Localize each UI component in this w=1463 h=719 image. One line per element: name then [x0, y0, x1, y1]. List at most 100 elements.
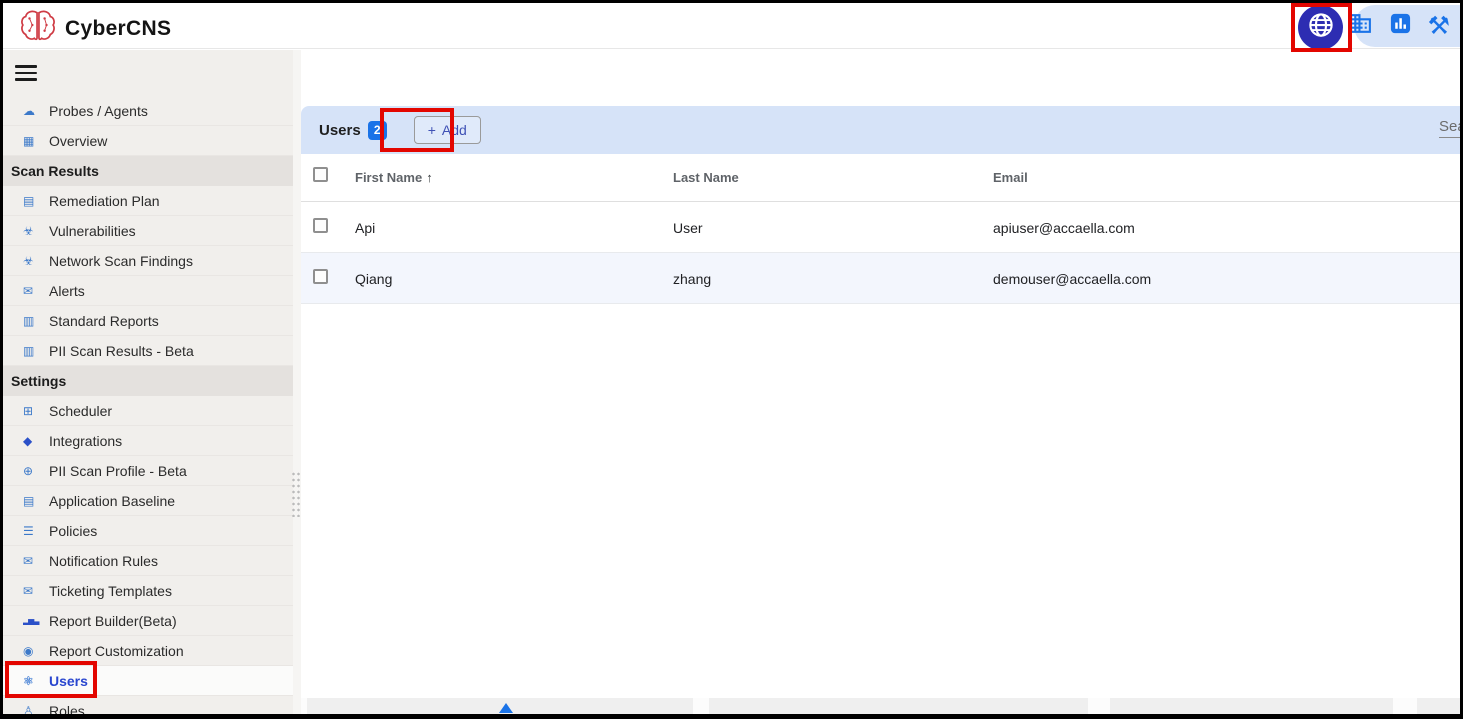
sidebar-item-label: Alerts: [49, 283, 85, 299]
page-title: Users: [319, 122, 361, 139]
users-count-badge: 2: [368, 121, 387, 140]
sidebar-item-label: Ticketing Templates: [49, 583, 172, 599]
sidebar-resize-strip: [293, 50, 301, 714]
bottom-scroll-strip[interactable]: [301, 698, 1460, 714]
header-actions-pill: ⚒: [1354, 5, 1460, 47]
sidebar-item-label: Application Baseline: [49, 493, 175, 509]
sidebar-item-label: Roles: [49, 703, 85, 719]
sidebar-item-integrations[interactable]: ◆ Integrations: [3, 426, 293, 456]
cell-email: demouser@accaella.com: [993, 271, 1151, 287]
customization-icon: ◉: [23, 644, 49, 658]
brain-logo-icon: [19, 9, 57, 48]
table-header-row: First Name ↑ Last Name Email: [301, 154, 1460, 202]
column-label: First Name: [355, 170, 422, 185]
sidebar-section-scan-results: Scan Results: [3, 156, 293, 186]
scroll-gap: [693, 698, 709, 714]
calendar-icon: ⊞: [23, 404, 49, 418]
mail-template-icon: ✉: [23, 584, 49, 598]
globe-icon: ⊕: [23, 464, 49, 478]
column-header-last-name[interactable]: Last Name: [673, 170, 739, 185]
users-toolbar: Users 2 + Add: [301, 106, 1460, 154]
search-field: [1439, 116, 1460, 138]
column-header-first-name[interactable]: First Name ↑: [355, 170, 433, 185]
sidebar-item-scheduler[interactable]: ⊞ Scheduler: [3, 396, 293, 426]
sidebar-section-settings: Settings: [3, 366, 293, 396]
scroll-gap: [1393, 698, 1417, 714]
cell-email: apiuser@accaella.com: [993, 220, 1135, 236]
globe-button[interactable]: [1298, 5, 1343, 50]
search-input[interactable]: [1439, 116, 1460, 138]
document-baseline-icon: ▤: [23, 494, 49, 508]
sidebar-item-ticketing-templates[interactable]: ✉ Ticketing Templates: [3, 576, 293, 606]
sidebar-item-label: Report Customization: [49, 643, 184, 659]
cell-last-name: zhang: [673, 271, 711, 287]
scroll-gap: [1088, 698, 1110, 714]
sidebar-item-label: Vulnerabilities: [49, 223, 136, 239]
document-plan-icon: ▤: [23, 194, 49, 208]
row-checkbox[interactable]: [313, 218, 328, 233]
sidebar-item-label: PII Scan Results - Beta: [49, 343, 194, 359]
app-window: CyberCNS ⚒: [0, 0, 1463, 719]
sidebar-item-remediation-plan[interactable]: ▤ Remediation Plan: [3, 186, 293, 216]
add-user-button[interactable]: + Add: [414, 116, 481, 144]
company-icon[interactable]: [1348, 11, 1373, 41]
sidebar-item-label: Standard Reports: [49, 313, 159, 329]
bar-chart-icon: ▂▅▃: [23, 616, 49, 625]
sidebar-item-label: Scheduler: [49, 403, 112, 419]
list-icon: ☰: [23, 524, 49, 538]
sidebar-item-label: Network Scan Findings: [49, 253, 193, 269]
tools-icon[interactable]: ⚒: [1428, 14, 1450, 39]
globe-icon: [1306, 10, 1336, 45]
sidebar-item-vulnerabilities[interactable]: ☣ Vulnerabilities: [3, 216, 293, 246]
cell-first-name: Qiang: [355, 271, 392, 287]
main-content: Users 2 + Add First Name ↑ Last Name Emai…: [301, 50, 1460, 714]
mail-alert-icon: ✉: [23, 284, 49, 298]
sidebar-item-probes-agents[interactable]: ☁ Probes / Agents: [3, 96, 293, 126]
users-network-icon: ⚛: [23, 674, 49, 688]
sidebar-item-alerts[interactable]: ✉ Alerts: [3, 276, 293, 306]
sidebar-item-label: Report Builder(Beta): [49, 613, 177, 629]
scroll-indicator-icon: [499, 703, 513, 713]
plus-icon: +: [428, 122, 436, 138]
sidebar-item-label: Integrations: [49, 433, 122, 449]
bug-icon: ☣: [23, 254, 49, 268]
cell-first-name: Api: [355, 220, 375, 236]
dashboard-icon: ▦: [23, 134, 49, 148]
add-button-label: Add: [442, 122, 467, 138]
sidebar-item-network-scan-findings[interactable]: ☣ Network Scan Findings: [3, 246, 293, 276]
column-header-email[interactable]: Email: [993, 170, 1028, 185]
analytics-icon[interactable]: [1389, 12, 1412, 40]
sidebar-item-pii-scan-profile[interactable]: ⊕ PII Scan Profile - Beta: [3, 456, 293, 486]
select-all-checkbox[interactable]: [313, 167, 328, 182]
cloud-sync-icon: ☁: [23, 104, 49, 118]
sort-ascending-icon: ↑: [426, 170, 433, 185]
integrations-icon: ◆: [23, 434, 49, 448]
sidebar-menu: ☁ Probes / Agents ▦ Overview Scan Result…: [3, 96, 293, 719]
bug-icon: ☣: [23, 224, 49, 238]
brand-logo: CyberCNS: [19, 9, 171, 48]
mail-rule-icon: ✉: [23, 554, 49, 568]
sidebar-item-report-builder[interactable]: ▂▅▃ Report Builder(Beta): [3, 606, 293, 636]
table-row[interactable]: Api User apiuser@accaella.com: [301, 202, 1460, 253]
sidebar-item-pii-scan-results[interactable]: ▥ PII Scan Results - Beta: [3, 336, 293, 366]
sidebar-item-label: Notification Rules: [49, 553, 158, 569]
sidebar-item-users[interactable]: ⚛ Users: [3, 666, 293, 696]
sidebar-item-policies[interactable]: ☰ Policies: [3, 516, 293, 546]
menu-icon[interactable]: [15, 65, 37, 81]
row-checkbox[interactable]: [313, 269, 328, 284]
cell-last-name: User: [673, 220, 703, 236]
table-row[interactable]: Qiang zhang demouser@accaella.com: [301, 253, 1460, 304]
scroll-gap: [301, 698, 307, 714]
sidebar-item-standard-reports[interactable]: ▥ Standard Reports: [3, 306, 293, 336]
sidebar-item-overview[interactable]: ▦ Overview: [3, 126, 293, 156]
sidebar-item-label: Overview: [49, 133, 107, 149]
sidebar-item-notification-rules[interactable]: ✉ Notification Rules: [3, 546, 293, 576]
sidebar-item-report-customization[interactable]: ◉ Report Customization: [3, 636, 293, 666]
sidebar: ☁ Probes / Agents ▦ Overview Scan Result…: [3, 50, 293, 714]
sidebar-item-application-baseline[interactable]: ▤ Application Baseline: [3, 486, 293, 516]
roles-icon: ♙: [23, 704, 49, 718]
sidebar-item-label: Users: [49, 673, 88, 689]
sidebar-item-roles[interactable]: ♙ Roles: [3, 696, 293, 719]
top-header: CyberCNS ⚒: [3, 3, 1460, 49]
sidebar-item-label: Policies: [49, 523, 97, 539]
